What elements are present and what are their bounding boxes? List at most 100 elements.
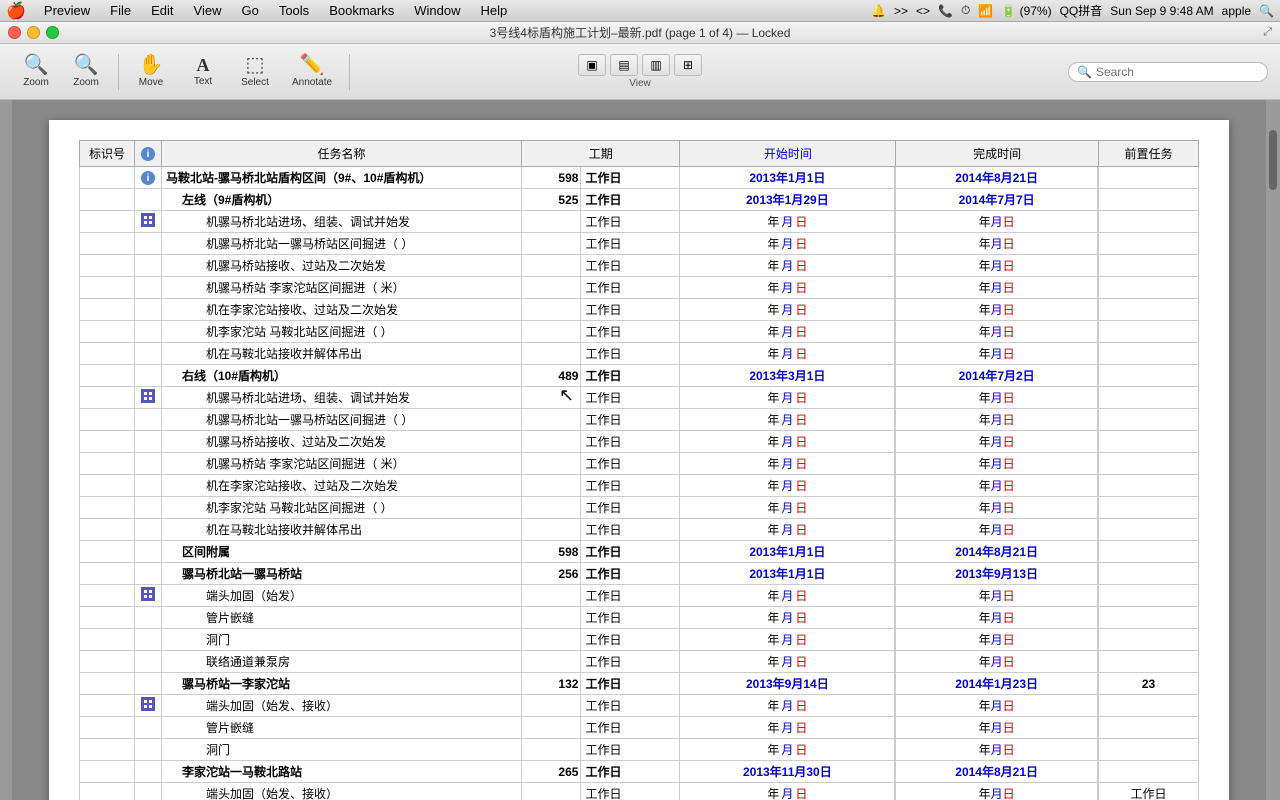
cell-start: 年月日: [680, 585, 895, 607]
view-btn-3[interactable]: ▥: [642, 54, 670, 76]
window-title: 3号线4标盾构施工计划–最新.pdf (page 1 of 4) — Locke…: [490, 24, 791, 41]
table-row: 机在李家沱站接收、过站及二次始发工作日年月日年月日: [80, 475, 1199, 497]
text-button[interactable]: A Text: [179, 50, 227, 94]
cell-pred: [1099, 167, 1199, 189]
cell-id: [80, 453, 135, 475]
cell-duration-num: [522, 431, 581, 453]
menu-go[interactable]: Go: [233, 2, 266, 19]
text-label: Text: [194, 76, 212, 87]
table-row: 机在马鞍北站接收并解体吊出工作日年月日年月日: [80, 519, 1199, 541]
cell-name: 端头加固（始发）: [162, 585, 522, 607]
cell-pred: [1099, 299, 1199, 321]
cell-id: [80, 365, 135, 387]
search-menubar-icon[interactable]: 🔍: [1259, 4, 1274, 18]
datetime: Sun Sep 9 9:48 AM: [1110, 4, 1213, 18]
cell-start: 年月日: [680, 321, 895, 343]
table-row: 机骡马桥站接收、过站及二次始发工作日年月日年月日: [80, 431, 1199, 453]
search-input[interactable]: [1096, 65, 1256, 79]
cell-name: 机骡马桥站 李家沱站区间掘进（ 米）: [162, 453, 522, 475]
menu-file[interactable]: File: [102, 2, 139, 19]
cell-duration-num: [522, 233, 581, 255]
cell-end: 年月日: [896, 651, 1098, 673]
cell-icon: [135, 343, 162, 365]
cell-end: 2013年9月13日: [896, 563, 1098, 585]
zoom-out-button[interactable]: 🔍 Zoom: [12, 50, 60, 94]
menu-bookmarks[interactable]: Bookmarks: [321, 2, 402, 19]
cell-end: 年月日: [896, 739, 1098, 761]
cell-id: [80, 519, 135, 541]
table-row: 骡马桥站一李家沱站132工作日2013年9月14日2014年1月23日23: [80, 673, 1199, 695]
menu-window[interactable]: Window: [406, 2, 468, 19]
menu-preview[interactable]: Preview: [36, 2, 98, 19]
cell-name: 机在李家沱站接收、过站及二次始发: [162, 475, 522, 497]
cell-duration-num: [522, 739, 581, 761]
view-btn-4[interactable]: ⊞: [674, 54, 702, 76]
close-button[interactable]: [8, 26, 21, 39]
zoom-out-label: Zoom: [23, 77, 49, 88]
cell-end: 年月日: [896, 409, 1098, 431]
cell-start: 2013年11月30日: [680, 761, 895, 783]
cell-end: 年月日: [896, 343, 1098, 365]
menu-help[interactable]: Help: [472, 2, 515, 19]
cell-duration-num: [522, 299, 581, 321]
cell-end: 年月日: [896, 387, 1098, 409]
annotate-button[interactable]: ✏️ Annotate: [283, 50, 341, 94]
menu-edit[interactable]: Edit: [143, 2, 181, 19]
cell-icon: [135, 695, 162, 717]
header-start: 开始时间: [680, 141, 896, 167]
menu-view[interactable]: View: [186, 2, 230, 19]
search-box: 🔍: [1068, 62, 1268, 82]
cell-icon: [135, 299, 162, 321]
cell-duration-num: [522, 629, 581, 651]
move-button[interactable]: ✋ Move: [127, 50, 175, 94]
cell-icon: [135, 387, 162, 409]
apple-menu[interactable]: 🍎: [6, 1, 26, 21]
cell-start: 年月日: [680, 651, 895, 673]
cell-id: [80, 211, 135, 233]
cell-name: 管片嵌缝: [162, 717, 522, 739]
cell-name: 洞门: [162, 739, 522, 761]
cell-name: 机骡马桥站接收、过站及二次始发: [162, 431, 522, 453]
cell-start: 2013年1月1日: [680, 563, 895, 585]
maximize-button[interactable]: [46, 26, 59, 39]
cell-duration-unit: 工作日: [581, 695, 680, 717]
cell-duration-num: 598: [522, 541, 581, 563]
zoom-in-button[interactable]: 🔍 Zoom: [62, 50, 110, 94]
cell-end: 年月日: [896, 299, 1098, 321]
cell-pred: [1099, 409, 1199, 431]
cell-duration-num: [522, 277, 581, 299]
minimize-button[interactable]: [27, 26, 40, 39]
cell-id: [80, 409, 135, 431]
view-btn-1[interactable]: ▣: [578, 54, 606, 76]
cell-icon: [135, 321, 162, 343]
grid-icon: [141, 389, 155, 403]
menu-tools[interactable]: Tools: [271, 2, 317, 19]
cell-name: 机骡马桥北站一骡马桥站区间掘进（ ）: [162, 409, 522, 431]
info-icon: i: [141, 147, 155, 161]
right-panel[interactable]: [1266, 100, 1280, 800]
table-row: 机骡马桥北站一骡马桥站区间掘进（ ）工作日年月日年月日: [80, 233, 1199, 255]
cell-start: 2013年1月1日: [680, 167, 895, 189]
view-buttons-group: ▣ ▤ ▥ ⊞: [578, 54, 702, 76]
cell-duration-num: [522, 211, 581, 233]
cell-icon: [135, 453, 162, 475]
cell-icon: [135, 277, 162, 299]
cell-icon: [135, 431, 162, 453]
select-button[interactable]: ⬚ Select: [231, 50, 279, 94]
cell-duration-num: [522, 409, 581, 431]
cell-end: 年月日: [896, 211, 1098, 233]
expand-icon[interactable]: ⤢: [1263, 26, 1272, 39]
table-row: 机骡马桥北站进场、组装、调试并始发工作日年月日年月日: [80, 211, 1199, 233]
cell-pred: [1099, 629, 1199, 651]
grid-icon: [141, 697, 155, 711]
scroll-thumb[interactable]: [1269, 130, 1277, 190]
table-row: 机骡马桥北站进场、组装、调试并始发工作日年月日年月日: [80, 387, 1199, 409]
cell-icon: [135, 629, 162, 651]
zoom-group: 🔍 Zoom 🔍 Zoom: [12, 50, 110, 94]
cell-start: 2013年1月29日: [680, 189, 895, 211]
titlebar: 3号线4标盾构施工计划–最新.pdf (page 1 of 4) — Locke…: [0, 22, 1280, 44]
view-btn-2[interactable]: ▤: [610, 54, 638, 76]
cell-start: 年月日: [680, 343, 895, 365]
cell-duration-num: [522, 387, 581, 409]
move-label: Move: [139, 77, 163, 88]
